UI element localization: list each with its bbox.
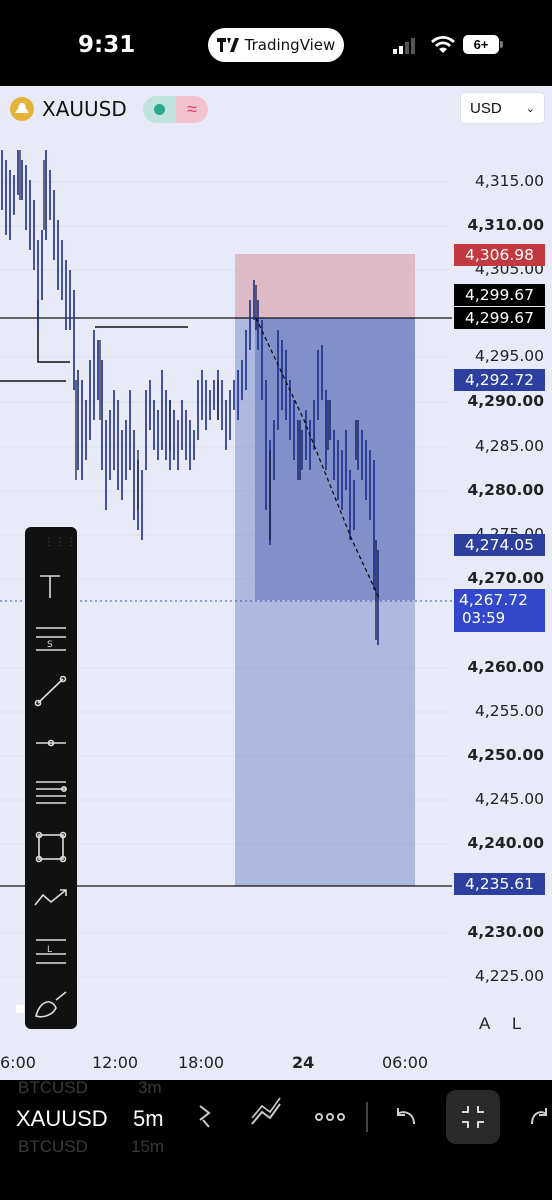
fib-retracement-tool-icon[interactable] bbox=[36, 781, 67, 804]
fullscreen-exit-button[interactable] bbox=[446, 1090, 500, 1144]
toolbar-selection-marker bbox=[16, 1005, 24, 1013]
text-tool-icon[interactable] bbox=[40, 575, 60, 598]
svg-text:S: S bbox=[47, 640, 53, 650]
brush-tool-icon[interactable] bbox=[35, 991, 67, 1018]
more-options-icon[interactable] bbox=[315, 1113, 345, 1121]
short-position-tool-icon[interactable]: S bbox=[36, 627, 66, 651]
toolbar-icons: S L bbox=[34, 575, 67, 1018]
trend-line-tool-icon[interactable] bbox=[34, 675, 67, 707]
chart-type-icon[interactable] bbox=[199, 1105, 211, 1128]
collapse-icon bbox=[462, 1106, 484, 1128]
rectangle-tool-icon[interactable] bbox=[35, 831, 67, 863]
undo-icon[interactable] bbox=[397, 1108, 415, 1125]
svg-text:L: L bbox=[47, 945, 52, 955]
horizontal-ray-tool-icon[interactable] bbox=[36, 739, 66, 747]
long-position-tool-icon[interactable]: L bbox=[36, 939, 66, 964]
redo-icon[interactable] bbox=[528, 1104, 552, 1132]
indicators-icon[interactable] bbox=[251, 1097, 281, 1125]
path-tool-icon[interactable] bbox=[34, 889, 67, 906]
